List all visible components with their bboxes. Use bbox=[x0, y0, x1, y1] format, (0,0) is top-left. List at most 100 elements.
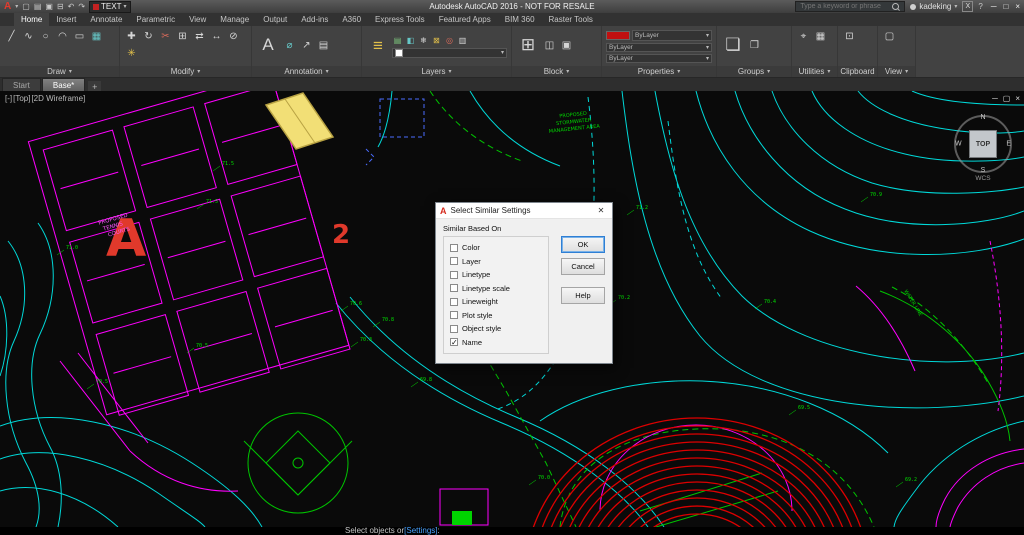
panel-draw-footer[interactable]: Draw ▾ bbox=[0, 66, 119, 77]
undo-icon[interactable]: ↶ bbox=[68, 2, 75, 12]
quickcalc-icon[interactable]: ▦ bbox=[813, 29, 828, 44]
panel-utilities-footer[interactable]: Utilities ▾ bbox=[792, 66, 837, 77]
drawing-restore-icon[interactable]: ▢ bbox=[1003, 94, 1011, 103]
checkbox-linetype[interactable]: Linetype bbox=[450, 268, 542, 282]
layer-dropdown[interactable]: ▾ bbox=[392, 48, 507, 58]
app-menu-caret-icon[interactable]: ▾ bbox=[15, 3, 18, 10]
checkbox-plot-style[interactable]: Plot style bbox=[450, 309, 542, 323]
dimension-icon[interactable]: ⌀ bbox=[282, 38, 297, 53]
ribbon-tab-bim-360[interactable]: BIM 360 bbox=[498, 13, 542, 26]
viewport-menu-button[interactable]: [-] bbox=[5, 94, 12, 103]
unchecked-checkbox-icon[interactable] bbox=[450, 257, 458, 265]
move-icon[interactable]: ✚ bbox=[124, 29, 139, 44]
ribbon-tab-a360[interactable]: A360 bbox=[335, 13, 368, 26]
command-line[interactable]: Select objects or [Settings] : bbox=[0, 527, 1024, 535]
object-color-swatch-icon[interactable] bbox=[606, 31, 630, 40]
open-file-icon[interactable]: ▤ bbox=[34, 2, 42, 12]
paste-icon[interactable]: ⊡ bbox=[842, 29, 857, 44]
hatch-icon[interactable]: ▦ bbox=[89, 29, 104, 44]
panel-block-footer[interactable]: Block ▾ bbox=[512, 66, 601, 77]
viewcube-west[interactable]: W bbox=[955, 141, 962, 148]
layer-on-off-icon[interactable]: ▤ bbox=[392, 35, 403, 46]
color-dropdown[interactable]: ByLayer ▾ bbox=[632, 30, 712, 41]
ribbon-tab-annotate[interactable]: Annotate bbox=[83, 13, 129, 26]
create-block-icon[interactable]: ◫ bbox=[542, 38, 557, 53]
explode-icon[interactable]: ✳ bbox=[124, 46, 139, 61]
maximize-button[interactable]: □ bbox=[1003, 2, 1008, 11]
checkbox-linetype-scale[interactable]: Linetype scale bbox=[450, 282, 542, 296]
circle-icon[interactable]: ○ bbox=[38, 29, 53, 44]
edit-block-icon[interactable]: ▣ bbox=[559, 38, 574, 53]
dialog-titlebar[interactable]: A Select Similar Settings ✕ bbox=[436, 203, 612, 219]
panel-groups-footer[interactable]: Groups ▾ bbox=[717, 66, 791, 77]
unchecked-checkbox-icon[interactable] bbox=[450, 244, 458, 252]
panel-clipboard-footer[interactable]: Clipboard bbox=[838, 66, 877, 77]
panel-annotation-footer[interactable]: Annotation ▾ bbox=[252, 66, 361, 77]
ribbon-tab-home[interactable]: Home bbox=[14, 13, 49, 26]
search-input[interactable] bbox=[798, 2, 890, 11]
file-tab-base[interactable]: Base* bbox=[42, 78, 85, 92]
viewcube-north[interactable]: N bbox=[980, 114, 985, 121]
search-icon[interactable] bbox=[892, 3, 899, 10]
checkbox-lineweight[interactable]: Lineweight bbox=[450, 295, 542, 309]
plot-icon[interactable]: ⊟ bbox=[57, 2, 64, 12]
unchecked-checkbox-icon[interactable] bbox=[450, 325, 458, 333]
unchecked-checkbox-icon[interactable] bbox=[450, 284, 458, 292]
ungroup-icon[interactable]: ❐ bbox=[747, 38, 762, 53]
erase-icon[interactable]: ⊘ bbox=[226, 29, 241, 44]
redo-icon[interactable]: ↷ bbox=[78, 2, 85, 12]
checkbox-object-style[interactable]: Object style bbox=[450, 322, 542, 336]
qat-text-control[interactable]: TEXT ▾ bbox=[89, 1, 130, 13]
ribbon-tab-featured-apps[interactable]: Featured Apps bbox=[432, 13, 498, 26]
help-button[interactable]: Help bbox=[561, 287, 605, 304]
ribbon-tab-parametric[interactable]: Parametric bbox=[129, 13, 182, 26]
checkbox-name[interactable]: ✓Name bbox=[450, 336, 542, 350]
exchange-apps-icon[interactable]: X bbox=[962, 1, 973, 12]
table-icon[interactable]: ▤ bbox=[316, 38, 331, 53]
group-icon[interactable]: ❏ bbox=[721, 29, 745, 61]
layer-properties-icon[interactable]: ≡ bbox=[366, 30, 390, 62]
text-icon[interactable]: A bbox=[256, 29, 280, 61]
panel-layers-footer[interactable]: Layers ▾ bbox=[362, 66, 511, 77]
dialog-close-icon[interactable]: ✕ bbox=[594, 206, 608, 215]
line-icon[interactable]: ╱ bbox=[4, 29, 19, 44]
layer-freeze-icon[interactable]: ❄ bbox=[418, 35, 429, 46]
ribbon-tab-express-tools[interactable]: Express Tools bbox=[368, 13, 432, 26]
polyline-icon[interactable]: ∿ bbox=[21, 29, 36, 44]
panel-view-footer[interactable]: View ▾ bbox=[878, 66, 915, 77]
command-option-settings[interactable]: [Settings] bbox=[404, 527, 437, 535]
view-controls-button[interactable]: [Top] bbox=[13, 94, 30, 103]
drawing-close-icon[interactable]: × bbox=[1015, 94, 1020, 103]
mirror-icon[interactable]: ⇄ bbox=[192, 29, 207, 44]
stretch-icon[interactable]: ↔ bbox=[209, 29, 224, 44]
view-tool-icon[interactable]: ▢ bbox=[882, 29, 897, 44]
unchecked-checkbox-icon[interactable] bbox=[450, 298, 458, 306]
viewcube-east[interactable]: E bbox=[1006, 141, 1011, 148]
viewcube[interactable]: N S W E TOP WCS bbox=[954, 115, 1012, 173]
trim-icon[interactable]: ✂ bbox=[158, 29, 173, 44]
layer-match-icon[interactable]: ▥ bbox=[457, 35, 468, 46]
save-icon[interactable]: ▣ bbox=[45, 2, 53, 12]
checkbox-color[interactable]: Color bbox=[450, 241, 542, 255]
layer-isolate-icon[interactable]: ◧ bbox=[405, 35, 416, 46]
arc-icon[interactable]: ◠ bbox=[55, 29, 70, 44]
ribbon-tab-manage[interactable]: Manage bbox=[213, 13, 256, 26]
layer-lock-icon[interactable]: ⊠ bbox=[431, 35, 442, 46]
checkbox-layer[interactable]: Layer bbox=[450, 255, 542, 269]
ribbon-tab-output[interactable]: Output bbox=[256, 13, 294, 26]
file-tab-start[interactable]: Start bbox=[2, 78, 41, 92]
lineweight-dropdown[interactable]: ByLayer ▾ bbox=[606, 43, 712, 52]
minimize-button[interactable]: ─ bbox=[991, 2, 997, 11]
copy-icon[interactable]: ⊞ bbox=[175, 29, 190, 44]
ribbon-tab-view[interactable]: View bbox=[182, 13, 213, 26]
new-file-icon[interactable]: ▢ bbox=[22, 2, 30, 12]
viewcube-south[interactable]: S bbox=[981, 167, 986, 174]
unchecked-checkbox-icon[interactable] bbox=[450, 311, 458, 319]
ribbon-tab-add-ins[interactable]: Add-ins bbox=[294, 13, 335, 26]
autocad-logo-icon[interactable]: A bbox=[4, 2, 11, 12]
leader-icon[interactable]: ↗ bbox=[299, 38, 314, 53]
drawing-canvas[interactable]: A 2 PROPOSED TENNIS COURTS PROPOSED STOR… bbox=[0, 91, 1024, 527]
insert-block-icon[interactable]: ⊞ bbox=[516, 29, 540, 61]
infocenter-search[interactable] bbox=[795, 1, 905, 12]
rotate-icon[interactable]: ↻ bbox=[141, 29, 156, 44]
